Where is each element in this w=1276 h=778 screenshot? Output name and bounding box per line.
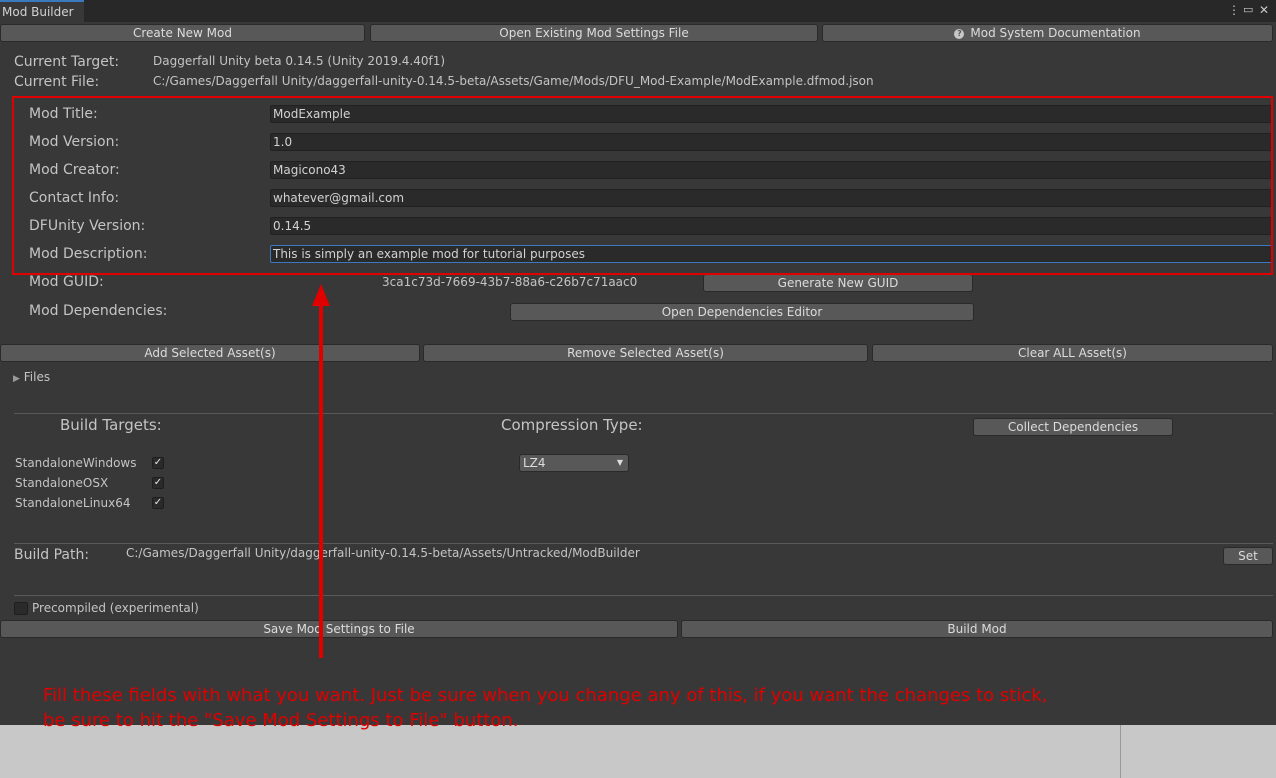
- open-existing-settings-button[interactable]: Open Existing Mod Settings File: [370, 24, 818, 42]
- annotation-arrow-icon: [312, 284, 330, 658]
- collect-dependencies-button[interactable]: Collect Dependencies: [973, 418, 1173, 436]
- build-mod-button[interactable]: Build Mod: [681, 620, 1273, 638]
- build-target-osx-checkbox[interactable]: ✓: [152, 477, 164, 489]
- current-target-value: Daggerfall Unity beta 0.14.5 (Unity 2019…: [153, 54, 446, 68]
- separator: [14, 543, 1273, 544]
- build-target-linux-label: StandaloneLinux64: [15, 496, 131, 510]
- build-target-osx-label: StandaloneOSX: [15, 476, 109, 490]
- generate-guid-button[interactable]: Generate New GUID: [703, 274, 973, 292]
- set-build-path-button[interactable]: Set: [1223, 547, 1273, 565]
- current-file-value: C:/Games/Daggerfall Unity/daggerfall-uni…: [153, 74, 874, 88]
- open-dependencies-editor-button[interactable]: Open Dependencies Editor: [510, 303, 974, 321]
- kebab-menu-icon[interactable]: ⋮: [1228, 3, 1240, 17]
- mod-guid-label: Mod GUID:: [29, 274, 104, 290]
- files-foldout-label: Files: [23, 370, 51, 384]
- chevron-down-icon: ▼: [616, 458, 623, 467]
- add-selected-assets-button[interactable]: Add Selected Asset(s): [0, 344, 420, 362]
- maximize-icon[interactable]: ▭: [1243, 3, 1253, 16]
- separator: [14, 413, 1273, 414]
- precompiled-label: Precompiled (experimental): [32, 601, 199, 615]
- help-icon: ?: [954, 28, 965, 39]
- build-target-linux-checkbox[interactable]: ✓: [152, 497, 164, 509]
- foldout-arrow-icon: ▶: [13, 374, 20, 384]
- compression-type-dropdown[interactable]: LZ4 ▼: [519, 454, 629, 472]
- remove-selected-assets-button[interactable]: Remove Selected Asset(s): [423, 344, 868, 362]
- create-new-mod-button[interactable]: Create New Mod: [0, 24, 365, 42]
- compression-type-value: LZ4: [523, 456, 546, 470]
- annotation-text: Fill these fields with what you want. Ju…: [43, 683, 1143, 733]
- separator: [14, 595, 1273, 596]
- documentation-label: Mod System Documentation: [970, 26, 1141, 40]
- build-target-windows-checkbox[interactable]: ✓: [152, 457, 164, 469]
- window-tab[interactable]: Mod Builder: [0, 0, 84, 22]
- current-target-label: Current Target:: [14, 54, 120, 70]
- clear-all-assets-button[interactable]: Clear ALL Asset(s): [872, 344, 1273, 362]
- files-foldout[interactable]: ▶ Files: [13, 370, 50, 384]
- compression-type-label: Compression Type:: [501, 416, 643, 434]
- build-path-value: C:/Games/Daggerfall Unity/daggerfall-uni…: [126, 546, 640, 560]
- close-icon[interactable]: ✕: [1259, 3, 1269, 17]
- mod-guid-value: 3ca1c73d-7669-43b7-88a6-c26b7c71aac0: [382, 275, 638, 289]
- annotation-line-2: be sure to hit the "Save Mod Settings to…: [43, 710, 519, 731]
- save-mod-settings-button[interactable]: Save Mod Settings to File: [0, 620, 678, 638]
- mod-dependencies-label: Mod Dependencies:: [29, 303, 168, 319]
- current-file-label: Current File:: [14, 74, 100, 90]
- build-targets-label: Build Targets:: [60, 416, 162, 434]
- precompiled-checkbox[interactable]: [14, 602, 28, 615]
- documentation-button[interactable]: ? Mod System Documentation: [822, 24, 1273, 42]
- build-target-windows-label: StandaloneWindows: [15, 456, 137, 470]
- annotation-line-1: Fill these fields with what you want. Ju…: [43, 685, 1048, 706]
- window-tab-bar: [0, 0, 1276, 22]
- build-path-label: Build Path:: [14, 547, 90, 563]
- highlight-box: [12, 96, 1273, 275]
